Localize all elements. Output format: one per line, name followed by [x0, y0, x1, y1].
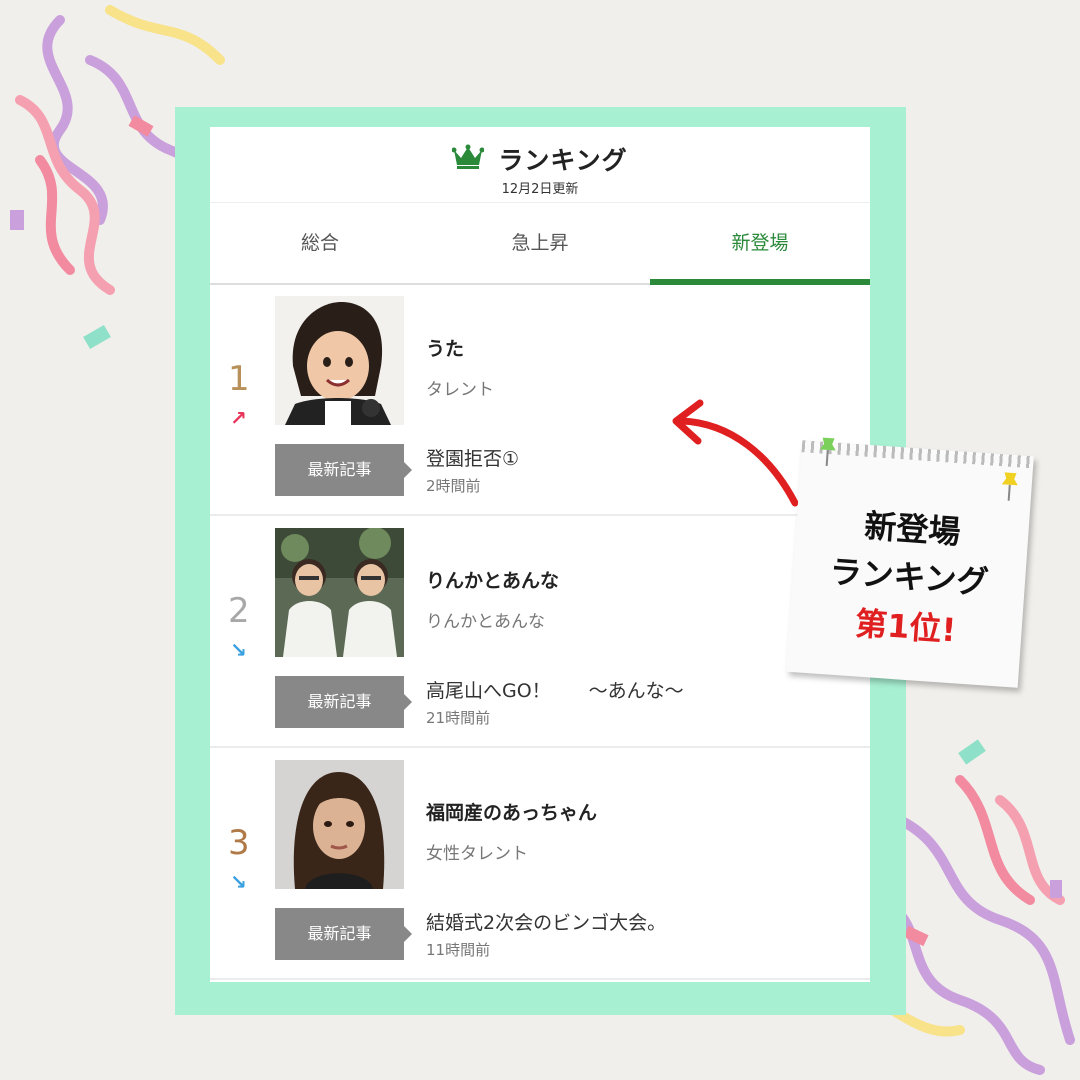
talent-name[interactable]: うた [426, 334, 464, 361]
ranking-tabs: 総合 急上昇 新登場 [210, 202, 870, 285]
tab-new[interactable]: 新登場 [650, 203, 870, 285]
article-time: 2時間前 [426, 477, 481, 495]
tab-rising[interactable]: 急上昇 [430, 203, 650, 283]
ranking-list: 1 ↗ うた タレント 最新記事 登園拒否① 2時間前 2 ↘ りんかとあんな … [210, 284, 870, 980]
talent-category: りんかとあんな [426, 612, 545, 632]
page-title: ランキング [498, 146, 628, 175]
crown-icon [451, 144, 485, 174]
latest-article-badge[interactable]: 最新記事 [275, 908, 412, 960]
ranking-item-3[interactable]: 3 ↘ 福岡産のあっちゃん 女性タレント 最新記事 結婚式2次会のビンゴ大会。 … [210, 748, 870, 980]
article-title[interactable]: 登園拒否① [426, 444, 519, 471]
avatar[interactable] [275, 296, 404, 425]
article-title[interactable]: 高尾山へGO！ 〜あんな〜 [426, 676, 684, 703]
article-time: 21時間前 [426, 709, 491, 727]
talent-category: 女性タレント [426, 844, 528, 864]
article-title[interactable]: 結婚式2次会のビンゴ大会。 [426, 908, 666, 935]
avatar[interactable] [275, 760, 404, 889]
arrow-up-right-icon: ↗ [230, 406, 247, 430]
arrow-down-right-icon: ↘ [230, 870, 247, 894]
latest-article-badge[interactable]: 最新記事 [275, 676, 412, 728]
talent-name[interactable]: りんかとあんな [426, 566, 559, 593]
tab-overall[interactable]: 総合 [210, 203, 430, 283]
arrow-down-right-icon: ↘ [230, 638, 247, 662]
updated-date: 12月2日更新 [501, 182, 579, 197]
talent-name[interactable]: 福岡産のあっちゃん [426, 798, 597, 825]
ranking-card: ランキング 12月2日更新 総合 急上昇 新登場 1 ↗ うた タレント 最新記… [210, 127, 870, 982]
yellow-pin-icon [1001, 472, 1018, 501]
avatar[interactable] [275, 528, 404, 657]
red-arrow-icon [672, 399, 799, 507]
rank-number: 1 [228, 359, 250, 399]
ranking-item-2[interactable]: 2 ↘ りんかとあんな りんかとあんな 最新記事 高尾山へGO！ 〜あんな〜 2… [210, 516, 870, 748]
rank-number: 2 [228, 591, 250, 631]
green-pin-icon [819, 437, 836, 467]
ranking-header: ランキング 12月2日更新 [210, 127, 870, 202]
pinned-note: 新登場 ランキング 第1位! [786, 437, 1034, 688]
latest-article-badge[interactable]: 最新記事 [275, 444, 412, 496]
rank-number: 3 [228, 823, 250, 863]
talent-category: タレント [426, 380, 494, 400]
article-time: 11時間前 [426, 941, 491, 959]
